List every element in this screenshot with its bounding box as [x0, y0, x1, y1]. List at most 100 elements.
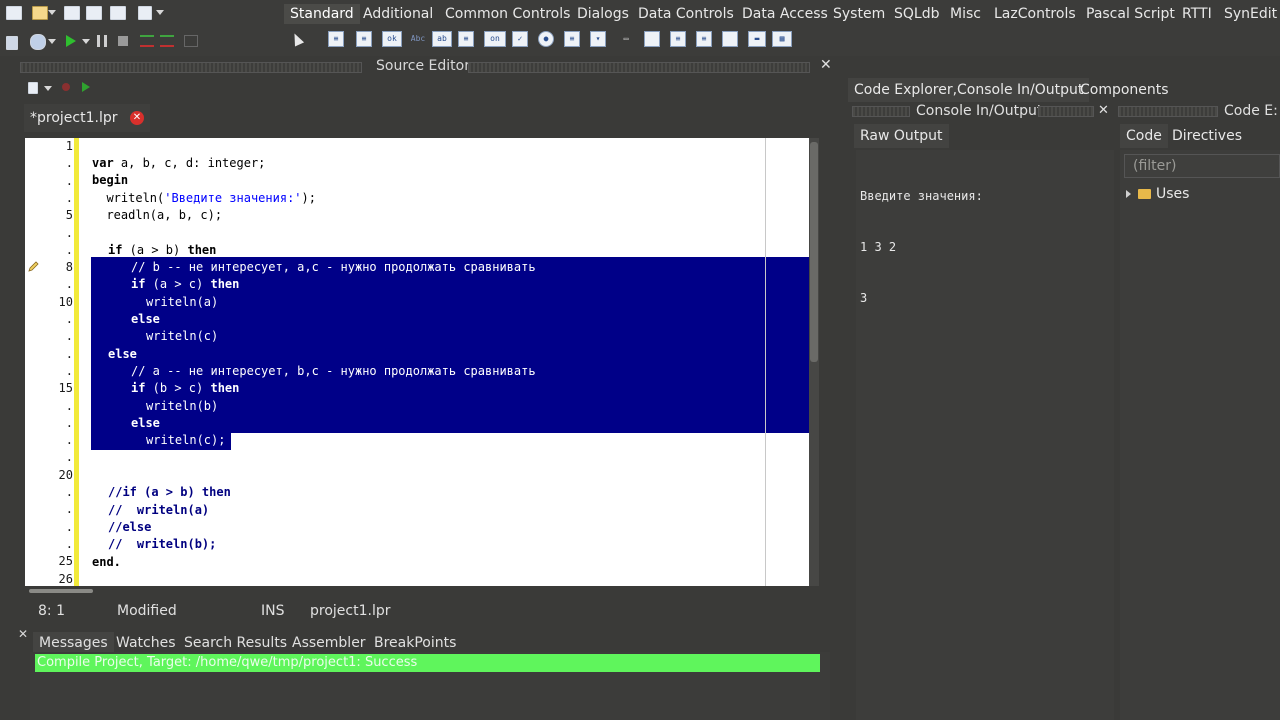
run-icon[interactable] — [66, 35, 76, 47]
code-line-18: writeln(c); — [146, 433, 226, 447]
memo-component-icon[interactable]: ≡ — [458, 31, 474, 47]
compile-success-message[interactable]: Compile Project, Target: /home/qwe/tmp/p… — [35, 654, 820, 672]
step-over-icon[interactable] — [160, 35, 174, 47]
code-explorer-title: Code E: — [1224, 103, 1278, 119]
tab-messages[interactable]: Messages — [33, 632, 114, 654]
tab-components[interactable]: Components — [1074, 78, 1175, 102]
tab-rtti[interactable]: RTTI — [1180, 4, 1214, 24]
tab-breakpoints[interactable]: BreakPoints — [368, 632, 462, 654]
radiogroup-component-icon[interactable]: ≡ — [670, 31, 686, 47]
back-arrow-icon[interactable] — [62, 83, 70, 91]
modified-status: Modified — [117, 603, 177, 619]
tab-dialogs[interactable]: Dialogs — [575, 4, 631, 24]
insert-mode: INS — [261, 603, 285, 619]
right-margin-line — [765, 138, 766, 586]
tab-synedit[interactable]: SynEdit — [1222, 4, 1279, 24]
toggle-box-icon[interactable]: on — [484, 31, 506, 47]
chevron-down-icon[interactable] — [48, 39, 56, 44]
tree-item-label: Uses — [1156, 186, 1190, 202]
tab-additional[interactable]: Additional — [361, 4, 435, 24]
checkgroup-component-icon[interactable]: ≡ — [696, 31, 712, 47]
line-number-gutter: 1... 5.. 8. 10.... 15.... 20.... 25 26 — [25, 138, 74, 586]
chevron-down-icon[interactable] — [156, 10, 164, 15]
frame-component-icon[interactable]: ▬ — [748, 31, 766, 47]
tab-label: *project1.lpr — [30, 110, 118, 126]
tab-lazcontrols[interactable]: LazControls — [992, 4, 1078, 24]
new-unit-icon[interactable] — [6, 6, 22, 20]
label-component-icon[interactable]: Abc — [408, 31, 428, 47]
edit-component-icon[interactable]: ab — [432, 31, 452, 47]
forward-arrow-icon[interactable] — [82, 82, 90, 92]
dock-grip[interactable] — [468, 62, 810, 73]
main-menu-icon[interactable]: ≡ — [328, 31, 344, 47]
listbox-component-icon[interactable]: ≡ — [564, 31, 580, 47]
tab-directives[interactable]: Directives — [1166, 124, 1248, 148]
step-into-icon[interactable] — [140, 35, 154, 47]
tab-code-explorer-console[interactable]: Code Explorer,Console In/Output — [848, 78, 1090, 102]
build-mode-icon[interactable] — [30, 34, 46, 50]
tab-system[interactable]: System — [831, 4, 887, 24]
button-component-icon[interactable]: ok — [382, 31, 402, 47]
tab-sqldb[interactable]: SQLdb — [892, 4, 941, 24]
panel-component-icon[interactable] — [722, 31, 738, 47]
line-number: 20 — [58, 467, 73, 482]
combobox-component-icon[interactable]: ▾ — [590, 31, 606, 47]
dock-grip[interactable] — [852, 106, 910, 117]
console-text: Введите значения: 1 3 2 3 — [860, 154, 983, 341]
scroll-thumb[interactable] — [29, 589, 93, 593]
tab-pascal-script[interactable]: Pascal Script — [1084, 4, 1177, 24]
dock-grip[interactable] — [1038, 106, 1094, 117]
chevron-right-icon[interactable] — [1126, 190, 1131, 198]
chevron-down-icon[interactable] — [82, 39, 90, 44]
line-number: . — [65, 277, 73, 292]
popup-menu-icon[interactable]: ≡ — [356, 31, 372, 47]
code-line-9: if (a > c) then — [131, 277, 240, 291]
editor-vertical-scrollbar[interactable] — [809, 138, 819, 586]
save-icon[interactable] — [64, 6, 80, 20]
editor-menu-icon[interactable] — [28, 82, 38, 94]
line-number: . — [65, 519, 73, 534]
tab-data-controls[interactable]: Data Controls — [636, 4, 736, 24]
tab-common-controls[interactable]: Common Controls — [443, 4, 572, 24]
tab-standard[interactable]: Standard — [284, 4, 360, 24]
line-number: . — [65, 242, 73, 257]
groupbox-component-icon[interactable] — [644, 31, 660, 47]
view-forms-icon[interactable] — [138, 6, 152, 20]
open-folder-icon[interactable] — [32, 6, 48, 20]
cursor-arrow-icon[interactable] — [289, 31, 305, 47]
close-icon[interactable]: ✕ — [1098, 103, 1109, 118]
tab-data-access[interactable]: Data Access — [740, 4, 830, 24]
close-tab-icon[interactable]: ✕ — [129, 111, 144, 125]
tab-assembler[interactable]: Assembler — [286, 632, 372, 654]
dock-grip[interactable] — [20, 62, 362, 73]
tab-watches[interactable]: Watches — [110, 632, 182, 654]
scroll-thumb[interactable] — [810, 142, 818, 362]
tab-search-results[interactable]: Search Results — [178, 632, 293, 654]
pause-icon[interactable] — [97, 35, 107, 47]
code-editor[interactable]: 1... 5.. 8. 10.... 15.... 20.... 25 26 var a, b… — [25, 138, 819, 586]
dock-grip[interactable] — [1118, 106, 1218, 117]
tab-raw-output[interactable]: Raw Output — [854, 124, 949, 148]
console-output[interactable]: Введите значения: 1 3 2 3 — [856, 150, 1114, 720]
step-out-icon[interactable] — [184, 35, 198, 47]
checkbox-component-icon[interactable]: ✓ — [512, 31, 528, 47]
close-file-icon[interactable] — [110, 6, 126, 20]
chevron-down-icon[interactable] — [48, 10, 56, 15]
tab-project1[interactable]: *project1.lpr ✕ — [24, 104, 150, 132]
console-line: 3 — [860, 291, 868, 305]
close-icon[interactable]: ✕ — [820, 57, 832, 73]
chevron-down-icon[interactable] — [44, 86, 52, 91]
editor-horizontal-scrollbar[interactable] — [25, 586, 819, 596]
stop-icon[interactable] — [118, 36, 128, 46]
editor-status-bar: 8: 1 Modified INS project1.lpr — [25, 598, 825, 624]
actionlist-component-icon[interactable]: ▦ — [772, 31, 792, 47]
tab-misc[interactable]: Misc — [948, 4, 983, 24]
radio-button-icon[interactable]: ● — [538, 31, 554, 47]
source-editor-header: Source Editor ✕ — [20, 56, 840, 78]
toggle-form-icon[interactable] — [6, 36, 18, 50]
scrollbar-component-icon[interactable]: ▭ — [616, 31, 636, 47]
tab-code[interactable]: Code — [1120, 124, 1168, 148]
filter-input[interactable]: (filter) — [1124, 154, 1280, 178]
save-all-icon[interactable] — [86, 6, 102, 20]
code-area[interactable]: var a, b, c, d: integer; begin writeln('… — [79, 138, 819, 586]
